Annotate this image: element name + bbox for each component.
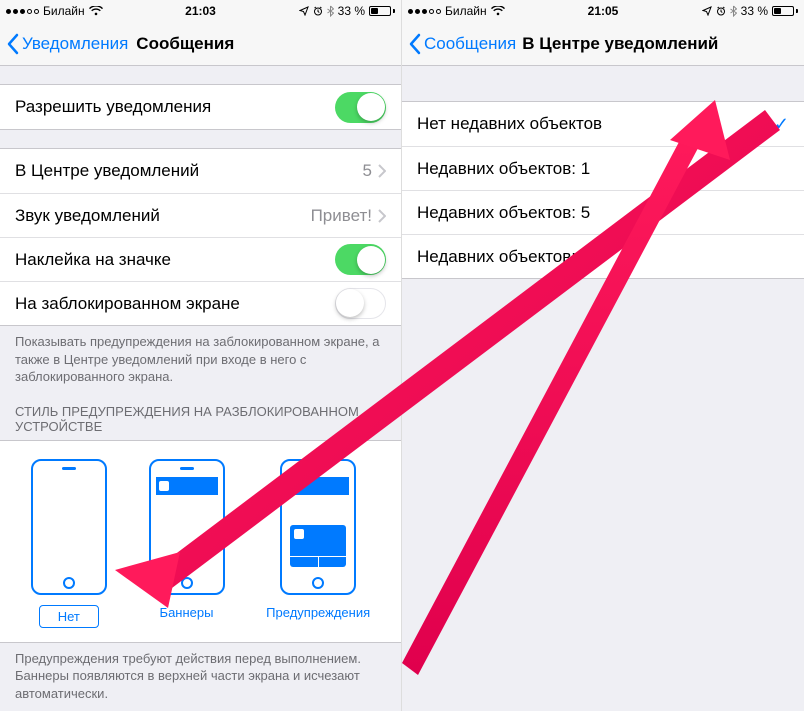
row-label: Наклейка на значке bbox=[15, 250, 335, 270]
style-label-banners: Баннеры bbox=[160, 605, 214, 620]
option-5[interactable]: Недавних объектов: 5 bbox=[402, 190, 804, 234]
battery-icon bbox=[369, 6, 395, 16]
option-10[interactable]: Недавних объектов: 10 bbox=[402, 234, 804, 278]
alarm-icon bbox=[313, 6, 323, 16]
chevron-right-icon bbox=[378, 164, 386, 178]
footer-note-2: Предупреждения требуют действия перед вы… bbox=[0, 643, 401, 707]
row-sound[interactable]: Звук уведомлений Привет! bbox=[0, 193, 401, 237]
phone-preview-alerts bbox=[280, 459, 356, 595]
location-icon bbox=[299, 6, 309, 16]
row-label: На заблокированном экране bbox=[15, 294, 335, 314]
group-options: В Центре уведомлений 5 Звук уведомлений … bbox=[0, 148, 401, 326]
alarm-icon bbox=[716, 6, 726, 16]
alert-style-picker: Нет Баннеры Предупреждения bbox=[0, 440, 401, 643]
row-notification-center[interactable]: В Центре уведомлений 5 bbox=[0, 149, 401, 193]
nav-back-button[interactable]: Уведомления bbox=[0, 33, 128, 55]
nav-back-button[interactable]: Сообщения bbox=[402, 33, 516, 55]
screen-settings-messages: Билайн 21:03 33 % Уведомления bbox=[0, 0, 402, 711]
carrier-label: Билайн bbox=[445, 4, 487, 18]
checkmark-icon: ✓ bbox=[774, 114, 789, 135]
signal-dots-icon bbox=[408, 9, 441, 14]
row-detail: 5 bbox=[363, 161, 372, 181]
nav-back-label: Уведомления bbox=[22, 34, 128, 54]
nav-back-label: Сообщения bbox=[424, 34, 516, 54]
battery-percent: 33 % bbox=[338, 4, 365, 18]
style-option-banners[interactable]: Баннеры bbox=[149, 459, 225, 628]
location-icon bbox=[702, 6, 712, 16]
row-label: Разрешить уведомления bbox=[15, 97, 335, 117]
nav-title: В Центре уведомлений bbox=[522, 34, 718, 54]
option-label: Нет недавних объектов bbox=[417, 114, 774, 134]
wifi-icon bbox=[491, 6, 505, 16]
style-option-none[interactable]: Нет bbox=[31, 459, 107, 628]
signal-dots-icon bbox=[6, 9, 39, 14]
row-badge[interactable]: Наклейка на значке bbox=[0, 237, 401, 281]
style-label-alerts: Предупреждения bbox=[266, 605, 370, 620]
status-bar: Билайн 21:03 33 % bbox=[0, 0, 401, 22]
option-label: Недавних объектов: 1 bbox=[417, 159, 789, 179]
row-label: Звук уведомлений bbox=[15, 206, 311, 226]
group-recent-options: Нет недавних объектов ✓ Недавних объекто… bbox=[402, 101, 804, 279]
screen-nc-options: Билайн 21:05 33 % Сообщения bbox=[402, 0, 804, 711]
battery-percent: 33 % bbox=[741, 4, 768, 18]
row-detail: Привет! bbox=[311, 206, 372, 226]
chevron-left-icon bbox=[6, 33, 19, 55]
nav-title: Сообщения bbox=[136, 34, 234, 54]
style-option-alerts[interactable]: Предупреждения bbox=[266, 459, 370, 628]
chevron-left-icon bbox=[408, 33, 421, 55]
footer-note-1: Показывать предупреждения на заблокирова… bbox=[0, 326, 401, 390]
section-header-style: СТИЛЬ ПРЕДУПРЕЖДЕНИЯ НА РАЗБЛОКИРОВАННОМ… bbox=[0, 390, 401, 440]
status-bar: Билайн 21:05 33 % bbox=[402, 0, 804, 22]
switch-badge[interactable] bbox=[335, 244, 386, 275]
row-label: В Центре уведомлений bbox=[15, 161, 363, 181]
phone-preview-banners bbox=[149, 459, 225, 595]
style-label-none: Нет bbox=[39, 605, 99, 628]
row-lock-screen[interactable]: На заблокированном экране bbox=[0, 281, 401, 325]
battery-icon bbox=[772, 6, 798, 16]
option-label: Недавних объектов: 10 bbox=[417, 247, 789, 267]
carrier-label: Билайн bbox=[43, 4, 85, 18]
bluetooth-icon bbox=[327, 5, 334, 17]
group-allow: Разрешить уведомления bbox=[0, 84, 401, 130]
option-none[interactable]: Нет недавних объектов ✓ bbox=[402, 102, 804, 146]
navbar: Сообщения В Центре уведомлений bbox=[402, 22, 804, 66]
row-allow-notifications[interactable]: Разрешить уведомления bbox=[0, 85, 401, 129]
bluetooth-icon bbox=[730, 5, 737, 17]
navbar: Уведомления Сообщения bbox=[0, 22, 401, 66]
option-label: Недавних объектов: 5 bbox=[417, 203, 789, 223]
option-1[interactable]: Недавних объектов: 1 bbox=[402, 146, 804, 190]
wifi-icon bbox=[89, 6, 103, 16]
chevron-right-icon bbox=[378, 209, 386, 223]
switch-allow[interactable] bbox=[335, 92, 386, 123]
switch-lock[interactable] bbox=[335, 288, 386, 319]
section-header-params: ПАРАМЕТРЫ «СООБЩЕНИЯ» bbox=[0, 706, 401, 711]
phone-preview-none bbox=[31, 459, 107, 595]
